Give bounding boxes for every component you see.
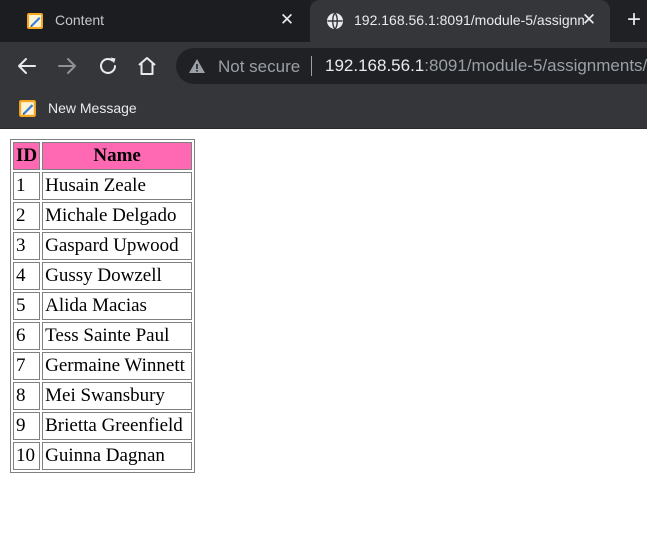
cell-id: 6: [13, 322, 41, 350]
bookmark-label: New Message: [48, 100, 137, 116]
cell-id: 10: [13, 442, 41, 470]
table-row: 5 Alida Macias: [13, 292, 193, 320]
cell-name: Michale Delgado: [42, 202, 193, 230]
close-icon[interactable]: ✕: [278, 11, 296, 29]
pencil-notepad-icon: [19, 99, 36, 117]
cell-name: Husain Zeale: [42, 172, 193, 200]
cell-name: Gussy Dowzell: [42, 262, 193, 290]
security-status[interactable]: Not secure: [218, 57, 300, 77]
bookmarks-bar: New Message: [0, 90, 647, 129]
table-row: 7 Germaine Winnett: [13, 352, 193, 380]
tab-title: 192.168.56.1:8091/module-5/assignments: [354, 12, 584, 28]
cell-name: Gaspard Upwood: [42, 232, 193, 260]
cell-name: Brietta Greenfield: [42, 412, 193, 440]
toolbar: Not secure 192.168.56.1:8091/module-5/as…: [0, 42, 647, 90]
cell-id: 1: [13, 172, 41, 200]
globe-icon: [327, 12, 343, 30]
pencil-notepad-icon: [27, 13, 43, 29]
table-row: 1 Husain Zeale: [13, 172, 193, 200]
cell-id: 7: [13, 352, 41, 380]
cell-name: Tess Sainte Paul: [42, 322, 193, 350]
table-row: 10 Guinna Dagnan: [13, 442, 193, 470]
divider: [311, 56, 312, 76]
cell-id: 2: [13, 202, 41, 230]
table-row: 4 Gussy Dowzell: [13, 262, 193, 290]
cell-id: 3: [13, 232, 41, 260]
cell-id: 8: [13, 382, 41, 410]
address-bar[interactable]: Not secure 192.168.56.1:8091/module-5/as…: [176, 48, 647, 84]
home-icon[interactable]: [135, 54, 159, 78]
page-content: ID Name 1 Husain Zeale 2 Michale Delgado 3…: [0, 129, 647, 557]
tab-strip: Content ✕ 192.168.56.1:8091/module-5/ass…: [0, 0, 647, 42]
table-row: 2 Michale Delgado: [13, 202, 193, 230]
table-row: 8 Mei Swansbury: [13, 382, 193, 410]
cell-id: 4: [13, 262, 41, 290]
close-icon[interactable]: ✕: [580, 11, 598, 29]
header-name: Name: [42, 142, 193, 170]
table-row: 6 Tess Sainte Paul: [13, 322, 193, 350]
forward-arrow-icon[interactable]: [55, 54, 79, 78]
table-row: 9 Brietta Greenfield: [13, 412, 193, 440]
url-host: 192.168.56.1: [325, 56, 425, 75]
students-table: ID Name 1 Husain Zeale 2 Michale Delgado 3…: [10, 139, 196, 473]
tab-title: Content: [55, 12, 105, 28]
table-row: 3 Gaspard Upwood: [13, 232, 193, 260]
tab-content[interactable]: Content ✕: [0, 0, 310, 42]
reload-icon[interactable]: [96, 54, 120, 78]
url-text[interactable]: 192.168.56.1:8091/module-5/assignments/: [325, 56, 647, 76]
cell-name: Mei Swansbury: [42, 382, 193, 410]
back-arrow-icon[interactable]: [15, 54, 39, 78]
bookmark-new-message[interactable]: New Message: [18, 97, 137, 119]
cell-id: 5: [13, 292, 41, 320]
new-tab-button[interactable]: +: [622, 8, 646, 33]
url-path: :8091/module-5/assignments/: [424, 56, 647, 75]
tab-assignments[interactable]: 192.168.56.1:8091/module-5/assignments ✕: [310, 0, 610, 42]
cell-name: Germaine Winnett: [42, 352, 193, 380]
cell-id: 9: [13, 412, 41, 440]
cell-name: Guinna Dagnan: [42, 442, 193, 470]
header-id: ID: [13, 142, 41, 170]
cell-name: Alida Macias: [42, 292, 193, 320]
warning-icon[interactable]: [188, 57, 206, 75]
table-header-row: ID Name: [13, 142, 193, 170]
